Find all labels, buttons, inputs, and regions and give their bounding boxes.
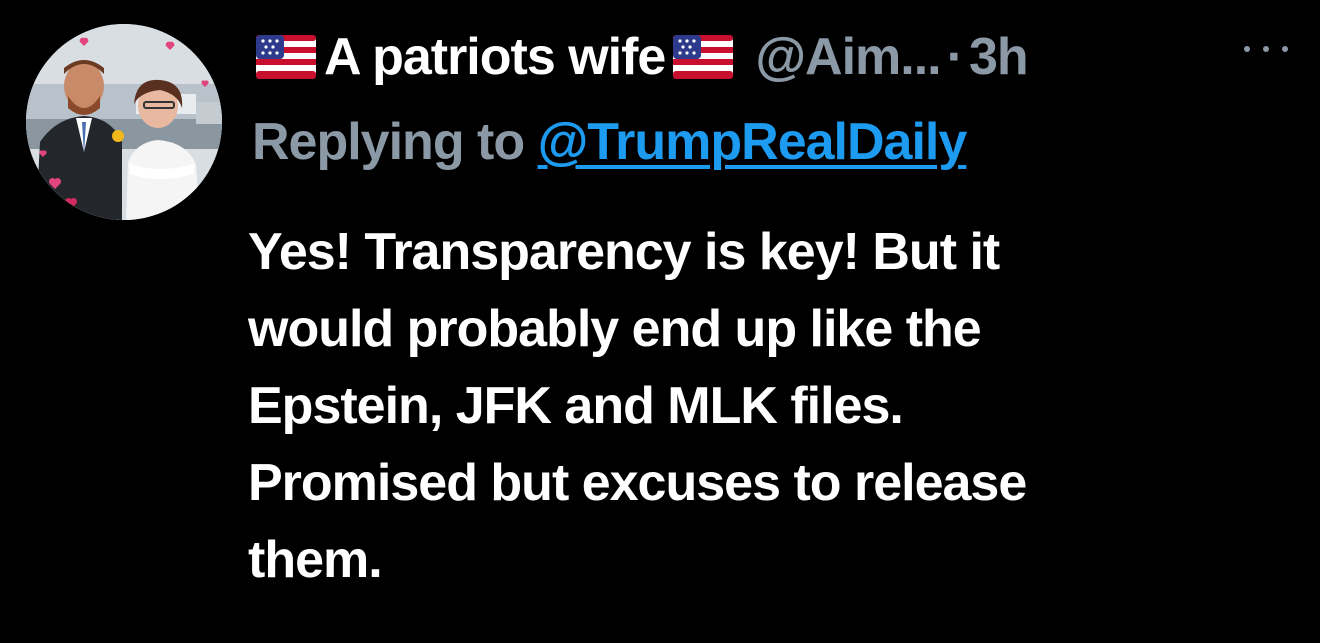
us-flag-icon	[256, 35, 316, 79]
reply-context: Replying to @TrumpRealDaily	[252, 112, 968, 172]
tweet-text-line: Epstein, JFK and MLK files.	[248, 377, 904, 435]
tweet[interactable]: A patriots wife @Aim... · 3h Replying to…	[0, 0, 1320, 643]
tweet-header: A patriots wife @Aim... · 3h	[252, 24, 1029, 90]
tweet-text-line: Yes! Transparency is key! But it	[248, 223, 1000, 281]
tweet-text-line: them.	[248, 531, 383, 589]
reply-prefix: Replying to	[252, 113, 538, 171]
timestamp[interactable]: 3h	[969, 27, 1029, 87]
separator-dot: ·	[946, 28, 964, 86]
tweet-text-line: would probably end up like the	[248, 300, 982, 358]
display-name[interactable]: A patriots wife	[324, 27, 666, 87]
avatar-photo	[26, 24, 222, 220]
more-horizontal-icon[interactable]	[1244, 34, 1288, 64]
tweet-text-line: Promised but excuses to release	[248, 454, 1027, 512]
us-flag-icon	[673, 35, 734, 79]
reply-mention-link[interactable]: @TrumpRealDaily	[538, 113, 968, 171]
user-handle[interactable]: @Aim...	[755, 27, 941, 87]
avatar[interactable]	[26, 24, 222, 220]
tweet-text: Yes! Transparency is key! But it would p…	[248, 214, 1288, 599]
